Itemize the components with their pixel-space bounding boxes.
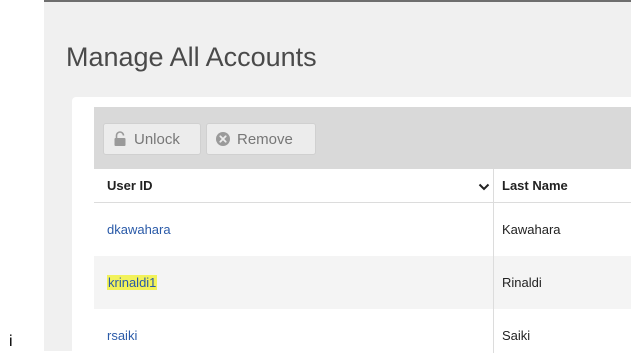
stray-text: i [9, 333, 13, 350]
page-frame: Manage All Accounts Unlock Remove User I… [44, 0, 631, 362]
padlock-icon [112, 131, 128, 147]
remove-circle-icon [215, 131, 231, 147]
user-id-cell: rsaiki [107, 309, 137, 362]
last-name-cell: Kawahara [502, 222, 561, 237]
column-header-user-id[interactable]: User ID [107, 169, 153, 202]
page-title: Manage All Accounts [66, 42, 317, 72]
unlock-button-label: Unlock [134, 130, 180, 148]
unlock-button[interactable]: Unlock [103, 123, 201, 155]
user-id-link[interactable]: rsaiki [107, 328, 137, 343]
table-row: rsaiki Saiki [94, 309, 631, 362]
remove-button[interactable]: Remove [206, 123, 316, 155]
table-row: dkawahara Kawahara [94, 203, 631, 256]
grid-toolbar: Unlock Remove [94, 107, 631, 169]
column-divider [493, 169, 494, 353]
user-id-link-highlighted[interactable]: krinaldi1 [107, 275, 158, 290]
column-header-last-name[interactable]: Last Name [502, 169, 568, 202]
remove-button-label: Remove [237, 130, 293, 148]
last-name-cell: Rinaldi [502, 275, 542, 290]
last-name-cell: Saiki [502, 328, 531, 343]
user-id-link[interactable]: dkawahara [107, 222, 171, 237]
user-id-cell: dkawahara [107, 203, 171, 256]
user-id-cell: krinaldi1 [107, 256, 158, 309]
accounts-grid: Unlock Remove User ID Last Name dkawahar… [94, 107, 631, 362]
table-header: User ID Last Name [94, 169, 631, 203]
chevron-down-icon[interactable] [478, 180, 490, 192]
table-row: krinaldi1 Rinaldi [94, 256, 631, 309]
accounts-panel: Unlock Remove User ID Last Name dkawahar… [72, 97, 631, 362]
